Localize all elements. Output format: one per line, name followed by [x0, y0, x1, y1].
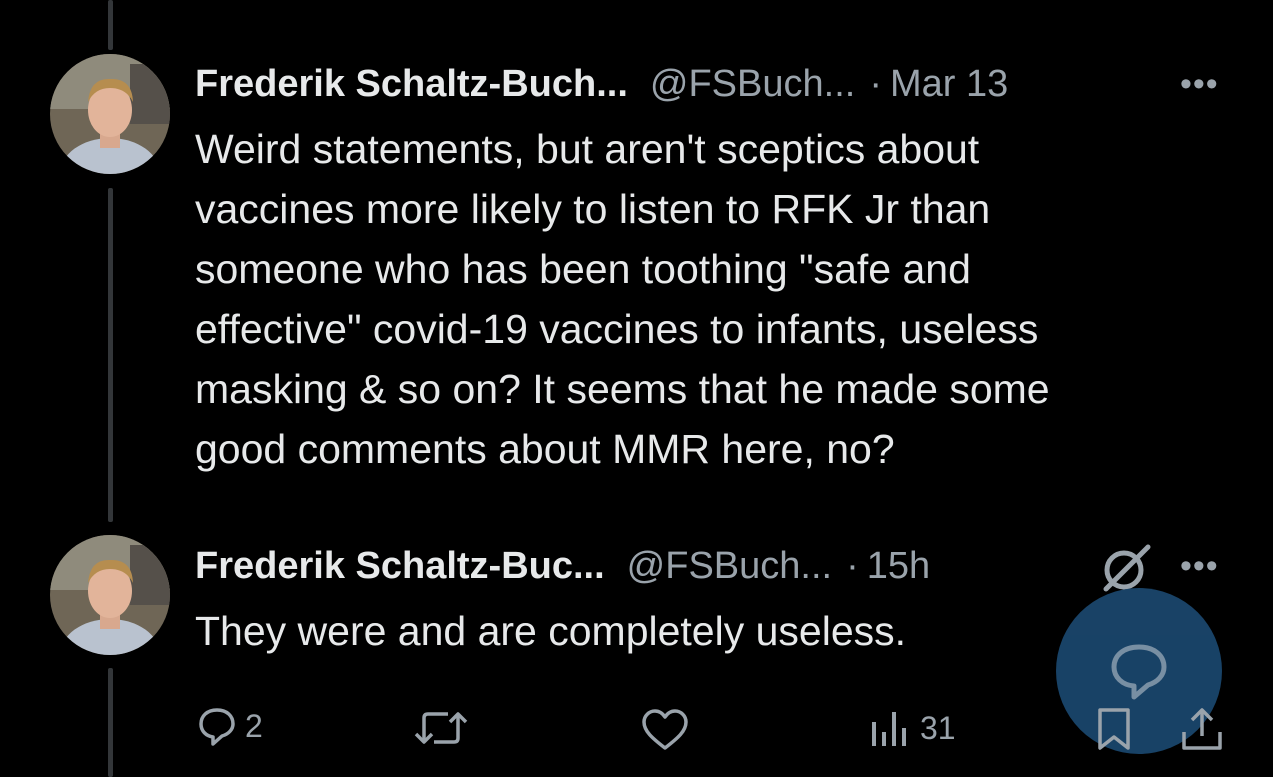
more-options-icon[interactable]: ••• [1180, 62, 1219, 106]
profile-photo [50, 54, 170, 174]
thread-line-connector [108, 188, 113, 522]
views-count: 31 [920, 709, 956, 746]
reply-button[interactable]: 2 [197, 706, 263, 746]
bar-chart-icon [872, 712, 906, 746]
retweet-button[interactable] [412, 708, 478, 748]
author-handle[interactable]: @FSBuch... [627, 544, 832, 588]
bookmark-button[interactable] [1096, 706, 1132, 752]
separator-dot: · [869, 63, 882, 105]
like-button[interactable] [640, 708, 698, 752]
views-button[interactable]: 31 [868, 708, 956, 748]
tweet-text: Weird statements, but aren't sceptics ab… [195, 126, 1050, 472]
heart-icon [642, 709, 688, 750]
avatar[interactable] [50, 54, 170, 174]
tweet-text: They were and are completely useless. [195, 608, 907, 654]
author-name[interactable]: Frederik Schaltz-Buc... [195, 544, 605, 588]
author-name[interactable]: Frederik Schaltz-Buch... [195, 62, 628, 106]
tweet-header: Frederik Schaltz-Buch... @FSBuch... · Ma… [195, 62, 1008, 106]
timestamp[interactable]: 15h [867, 544, 930, 588]
reply-compose-icon [1111, 644, 1167, 700]
timestamp[interactable]: Mar 13 [890, 62, 1008, 106]
bookmark-icon [1098, 708, 1130, 750]
profile-photo [50, 535, 170, 655]
more-options-icon[interactable]: ••• [1180, 544, 1219, 588]
tweet-header: Frederik Schaltz-Buc... @FSBuch... · 15h [195, 544, 930, 588]
speech-bubble-icon [199, 708, 235, 746]
reply-count: 2 [245, 707, 263, 744]
thread-line-bottom [108, 668, 113, 777]
share-button[interactable] [1180, 706, 1224, 752]
avatar[interactable] [50, 535, 170, 655]
retweet-arrows-icon [414, 712, 468, 744]
thread-line-top [108, 0, 113, 50]
share-upload-icon [1182, 708, 1222, 750]
separator-dot: · [846, 545, 859, 587]
author-handle[interactable]: @FSBuch... [650, 62, 855, 106]
